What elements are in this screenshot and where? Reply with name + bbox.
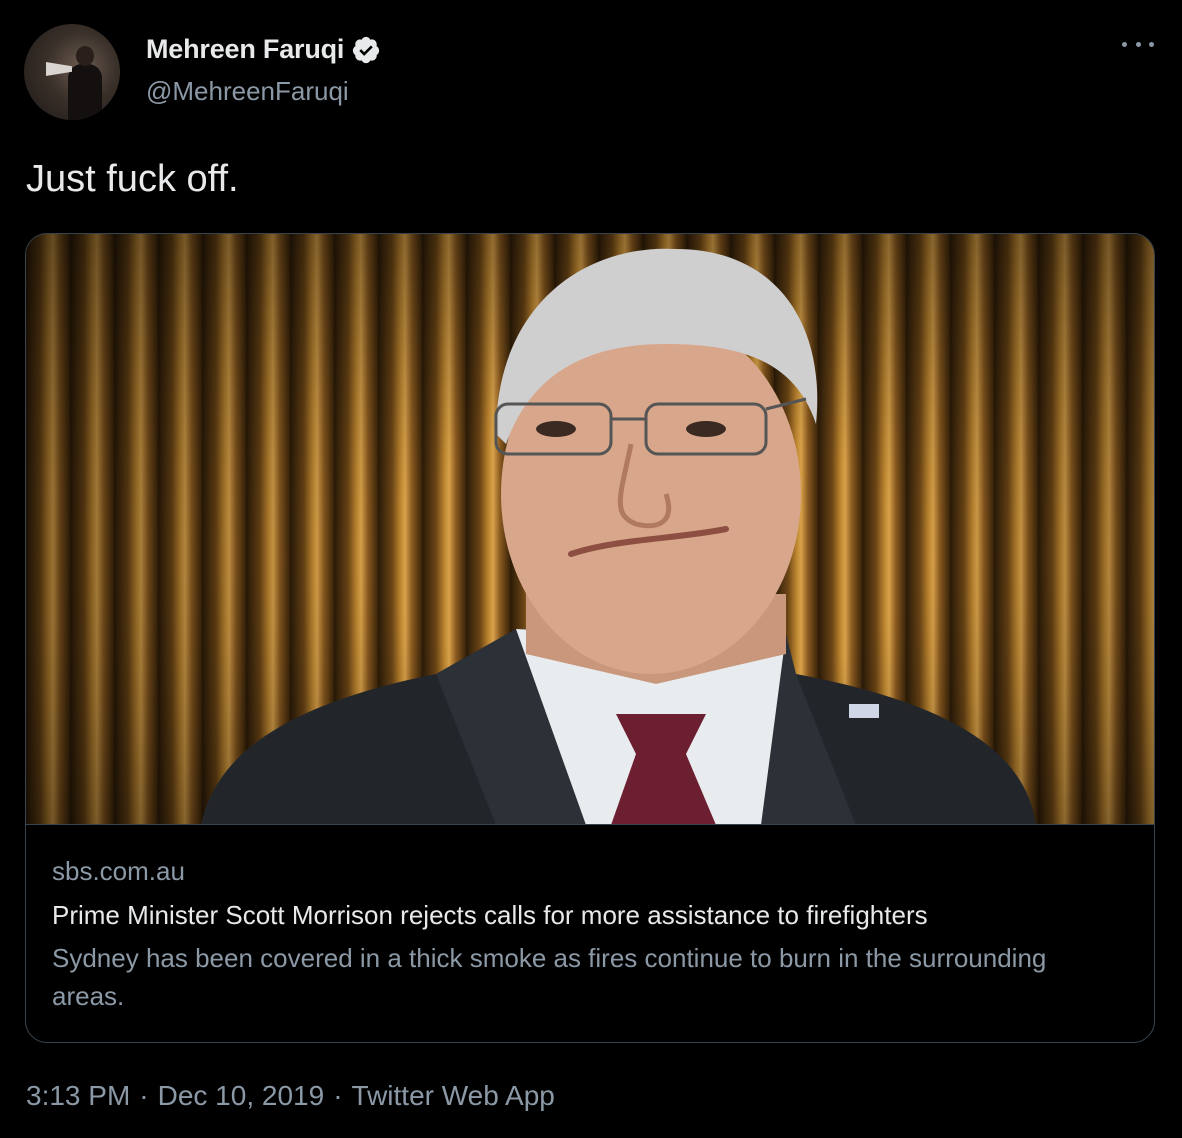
avatar[interactable]	[24, 24, 120, 120]
tweet-text: Just fuck off.	[26, 158, 239, 200]
link-card[interactable]: sbs.com.au Prime Minister Scott Morrison…	[25, 233, 1155, 1043]
tweet-date[interactable]: Dec 10, 2019	[158, 1080, 325, 1112]
avatar-figure-head	[76, 46, 94, 66]
link-card-image	[26, 234, 1154, 825]
more-options-icon[interactable]	[1122, 30, 1154, 58]
portrait-photo	[201, 248, 1036, 824]
verified-badge-icon	[353, 36, 380, 63]
link-card-description: Sydney has been covered in a thick smoke…	[52, 943, 1047, 1011]
avatar-figure	[68, 64, 102, 120]
tweet-time[interactable]: 3:13 PM	[26, 1080, 130, 1112]
author-handle[interactable]: @MehreenFaruqi	[146, 76, 349, 107]
link-card-domain: sbs.com.au	[52, 856, 185, 886]
tweet: Mehreen Faruqi @MehreenFaruqi Just fuck …	[0, 0, 1182, 1138]
tweet-source[interactable]: Twitter Web App	[352, 1080, 555, 1112]
link-card-title: Prime Minister Scott Morrison rejects ca…	[52, 900, 928, 930]
separator: ·	[139, 1080, 149, 1111]
link-card-meta: sbs.com.au Prime Minister Scott Morrison…	[52, 856, 1128, 1015]
author-name-row[interactable]: Mehreen Faruqi	[146, 34, 381, 65]
tweet-timestamp: 3:13 PM · Dec 10, 2019 · Twitter Web App	[26, 1080, 555, 1112]
separator: ·	[333, 1080, 343, 1111]
display-name[interactable]: Mehreen Faruqi	[146, 34, 344, 65]
